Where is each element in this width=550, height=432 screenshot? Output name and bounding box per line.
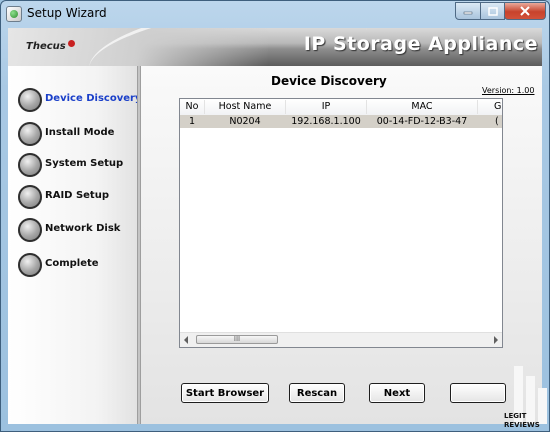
scroll-thumb[interactable]: III xyxy=(196,335,278,344)
nav-item-system-setup[interactable]: System Setup xyxy=(18,153,138,177)
cell-ip: 192.168.1.100 xyxy=(291,116,361,127)
next-button[interactable]: Next xyxy=(369,383,425,403)
watermark-bar xyxy=(526,376,535,424)
nav-item-label: Network Disk xyxy=(45,223,121,234)
main-content: Device Discovery Version: 1.00 No Host N… xyxy=(141,66,542,424)
cell-host-name: N0204 xyxy=(229,116,261,127)
device-list[interactable]: No Host Name IP MAC G 1 N0204 192.168.1.… xyxy=(179,98,503,348)
minimize-button[interactable] xyxy=(455,2,481,20)
banner-title: IP Storage Appliance xyxy=(303,33,538,55)
nav-item-device-discovery[interactable]: Device Discovery xyxy=(18,88,142,112)
cell-g: ( xyxy=(495,116,499,127)
nav-item-complete[interactable]: Complete xyxy=(18,253,138,277)
list-header: No Host Name IP MAC G xyxy=(180,99,502,116)
close-icon xyxy=(520,6,530,16)
step-navigation: Device Discovery Install Mode System Set… xyxy=(8,66,142,424)
step-indicator-icon xyxy=(18,88,42,112)
nav-item-label: RAID Setup xyxy=(45,190,109,201)
nav-item-install-mode[interactable]: Install Mode xyxy=(18,122,138,146)
version-label: Version: 1.00 xyxy=(482,86,535,95)
nav-item-label: Device Discovery xyxy=(45,93,142,104)
title-bar[interactable]: Setup Wizard xyxy=(1,1,549,27)
setup-wizard-window: Setup Wizard Thecus IP Storage Appliance… xyxy=(0,0,550,432)
column-header-host-name[interactable]: Host Name xyxy=(205,100,286,114)
legit-reviews-watermark: LEGIT REVIEWS xyxy=(500,366,550,432)
step-indicator-icon xyxy=(18,185,42,209)
window-title: Setup Wizard xyxy=(27,6,107,20)
watermark-line2: REVIEWS xyxy=(504,421,540,429)
nav-item-label: System Setup xyxy=(45,158,124,169)
column-header-no[interactable]: No xyxy=(180,100,205,114)
maximize-button[interactable] xyxy=(480,2,505,20)
wizard-client-area: Thecus IP Storage Appliance Device Disco… xyxy=(8,28,542,424)
watermark-line1: LEGIT xyxy=(504,412,527,420)
step-indicator-icon xyxy=(18,253,42,277)
product-banner: Thecus IP Storage Appliance xyxy=(8,28,542,66)
start-browser-button[interactable]: Start Browser xyxy=(181,383,269,403)
thecus-logo: Thecus xyxy=(26,40,75,52)
step-indicator-icon xyxy=(18,122,42,146)
column-header-ip[interactable]: IP xyxy=(286,100,367,114)
app-icon xyxy=(6,6,22,22)
maximize-icon xyxy=(487,6,498,16)
column-header-mac[interactable]: MAC xyxy=(367,100,478,114)
scroll-right-icon[interactable] xyxy=(494,336,498,344)
rescan-button[interactable]: Rescan xyxy=(289,383,345,403)
nav-item-label: Install Mode xyxy=(45,127,115,138)
horizontal-scrollbar[interactable]: III xyxy=(180,332,502,347)
step-indicator-icon xyxy=(18,218,42,242)
column-header-g[interactable]: G xyxy=(478,100,502,114)
exit-button[interactable] xyxy=(450,383,506,403)
cell-mac: 00-14-FD-12-B3-47 xyxy=(376,116,468,127)
nav-item-label: Complete xyxy=(45,258,99,269)
nav-item-raid-setup[interactable]: RAID Setup xyxy=(18,185,138,209)
watermark-bar xyxy=(538,388,547,424)
cell-no: 1 xyxy=(188,116,196,127)
minimize-icon xyxy=(463,11,473,15)
scroll-left-icon[interactable] xyxy=(184,336,188,344)
nav-item-network-disk[interactable]: Network Disk xyxy=(18,218,138,242)
step-indicator-icon xyxy=(18,153,42,177)
page-title: Device Discovery xyxy=(271,74,387,88)
close-button[interactable] xyxy=(504,2,546,20)
table-row[interactable]: 1 N0204 192.168.1.100 00-14-FD-12-B3-47 … xyxy=(180,115,502,128)
